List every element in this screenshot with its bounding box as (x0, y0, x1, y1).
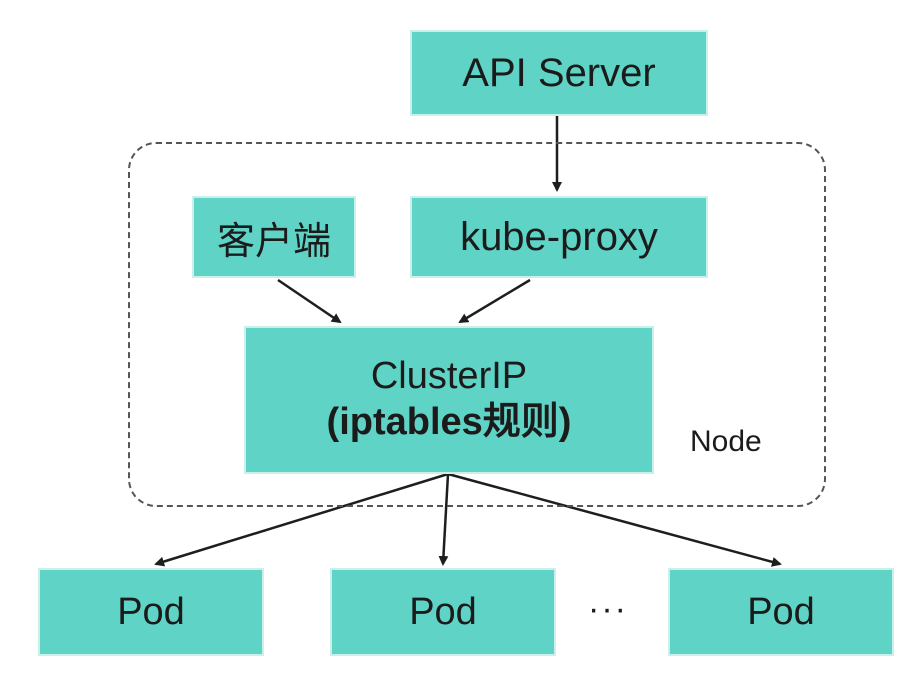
api-server-label: API Server (462, 50, 656, 95)
pod-label: Pod (747, 590, 815, 633)
client-box: 客户端 (192, 196, 356, 278)
pod-box-3: Pod (668, 568, 894, 656)
client-label: 客户端 (216, 220, 331, 263)
clusterip-box: ClusterIP (iptables规则) (244, 326, 654, 474)
pod-label: Pod (409, 590, 477, 633)
pod-label: Pod (117, 590, 185, 633)
pods-ellipsis: ··· (588, 590, 628, 628)
kube-proxy-box: kube-proxy (410, 196, 708, 278)
kube-proxy-label: kube-proxy (460, 214, 658, 259)
clusterip-sublabel: (iptables规则) (326, 401, 572, 443)
pod-box-1: Pod (38, 568, 264, 656)
node-label: Node (690, 425, 762, 458)
clusterip-label: ClusterIP (370, 355, 528, 398)
api-server-box: API Server (410, 30, 708, 116)
pod-box-2: Pod (330, 568, 556, 656)
